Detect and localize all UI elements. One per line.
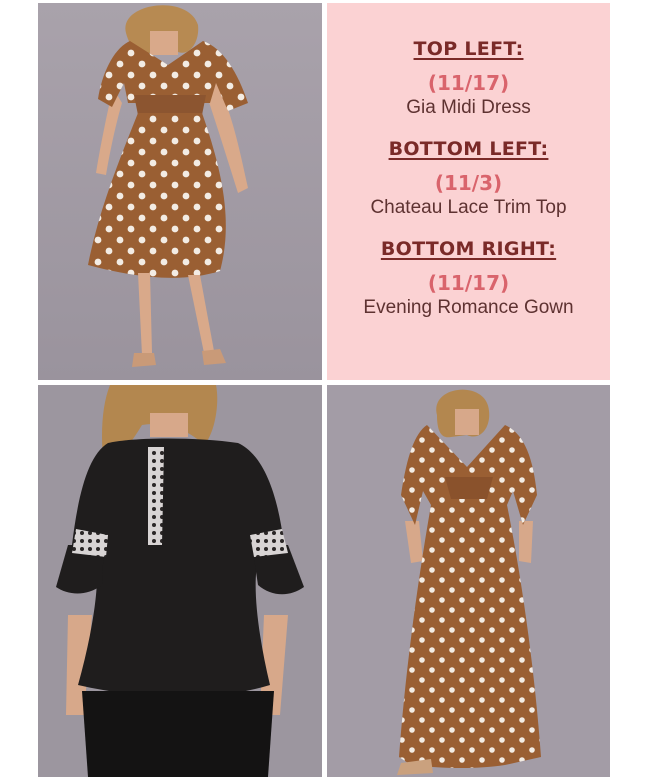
release-dates-panel: TOP LEFT: (11/17) Gia Midi Dress BOTTOM … [327,3,610,380]
polka-dot-midi-dress-photo [38,3,322,380]
product-name: Evening Romance Gown [363,297,574,318]
section-heading: TOP LEFT: [413,38,524,60]
section-heading: BOTTOM RIGHT: [380,238,557,260]
release-date: (11/17) [427,271,510,295]
info-section-bottom-left: BOTTOM LEFT: (11/3) Chateau Lace Trim To… [327,137,610,220]
product-name: Gia Midi Dress [406,97,531,118]
bottom-left-product-photo [38,385,322,777]
section-heading: BOTTOM LEFT: [388,138,549,160]
info-section-bottom-right: BOTTOM RIGHT: (11/17) Evening Romance Go… [327,237,610,320]
top-left-product-photo [38,3,322,380]
black-lace-trim-top-photo [38,385,322,777]
bottom-right-product-photo [327,385,610,777]
polka-dot-gown-photo [327,385,610,777]
release-date: (11/3) [434,171,503,195]
info-section-top-left: TOP LEFT: (11/17) Gia Midi Dress [327,37,610,120]
release-date: (11/17) [427,71,510,95]
product-name: Chateau Lace Trim Top [370,197,567,218]
